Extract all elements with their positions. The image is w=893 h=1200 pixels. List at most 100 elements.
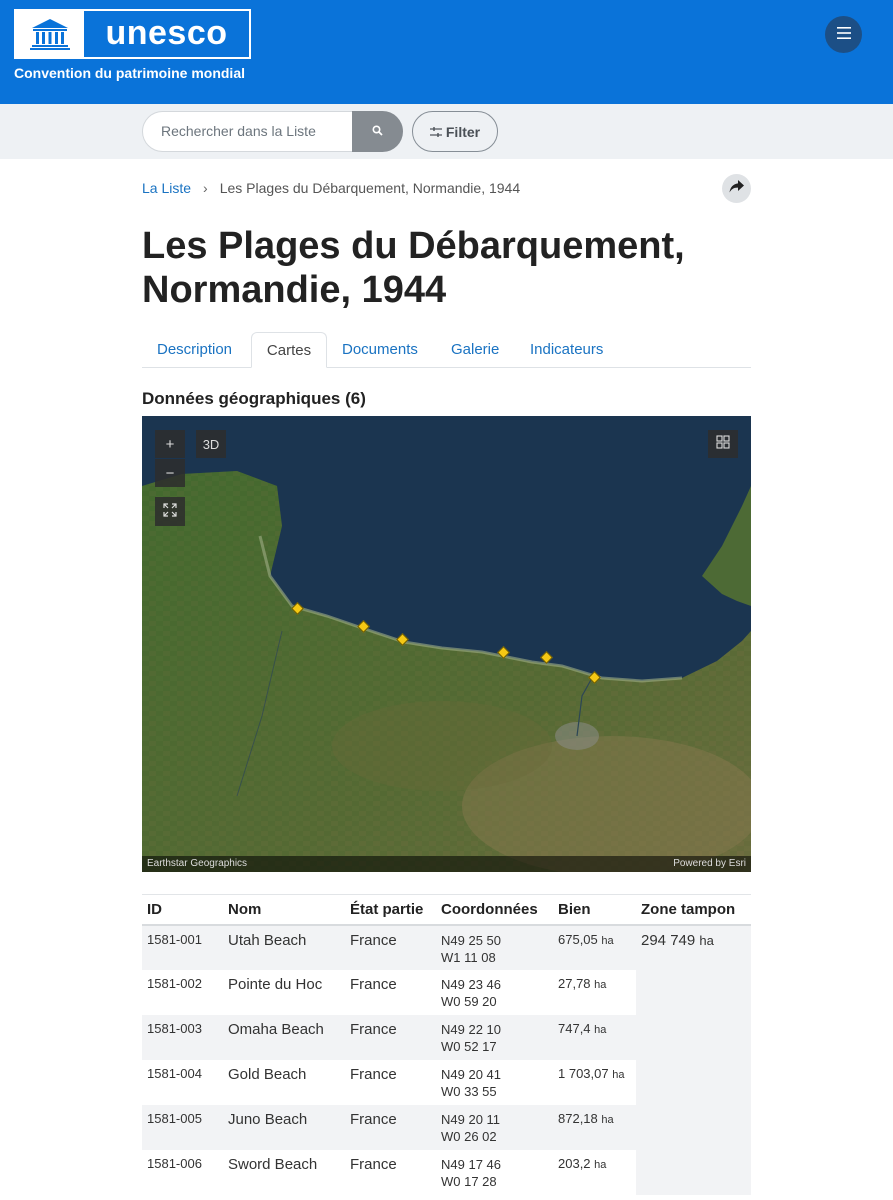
row-name-link[interactable]: Sword Beach	[223, 1150, 345, 1195]
row-name-link[interactable]: Utah Beach	[223, 924, 345, 970]
3d-toggle-button[interactable]: 3D	[196, 430, 226, 458]
expand-icon	[163, 502, 177, 521]
row-coords: N49 22 10 W0 52 17	[436, 1014, 553, 1060]
row-lat: N49 17 46	[441, 1156, 501, 1172]
col-header-coords: Coordonnées	[436, 894, 553, 926]
buffer-zone-cell: 294 749 ha	[636, 924, 751, 1195]
filter-button[interactable]: Filter	[412, 111, 498, 152]
row-area-value: 203,2	[558, 1155, 591, 1171]
components-table: ID Nom État partie Coordonnées Bien Zone…	[142, 894, 751, 1195]
search-icon	[372, 123, 383, 141]
row-name-link[interactable]: Pointe du Hoc	[223, 970, 345, 1015]
tab-cartes[interactable]: Cartes	[251, 332, 327, 368]
row-lon: W0 59 20	[441, 993, 497, 1009]
row-area: 675,05 ha	[553, 924, 636, 970]
geo-data-heading: Données géographiques (6)	[142, 389, 366, 408]
row-id: 1581-002	[147, 975, 202, 991]
map-terrain	[142, 416, 751, 872]
share-arrow-icon	[729, 179, 744, 198]
col-header-property: Bien	[553, 894, 636, 926]
row-lat: N49 22 10	[441, 1021, 501, 1037]
temple-icon	[16, 11, 84, 57]
zoom-in-button[interactable]: +	[155, 430, 185, 458]
search-input[interactable]: Rechercher dans la Liste	[142, 111, 354, 152]
site-header: unesco Convention du patrimoine mondial	[0, 0, 893, 104]
row-state: France	[350, 1065, 397, 1083]
row-name-link[interactable]: Juno Beach	[223, 1104, 345, 1150]
sliders-icon	[429, 124, 442, 140]
row-lat: N49 23 46	[441, 976, 501, 992]
buffer-zone-value: 294 749	[641, 931, 696, 949]
filter-label: Filter	[445, 123, 481, 140]
attribution-esri[interactable]: Powered by Esri	[673, 856, 746, 872]
row-area-value: 675,05	[558, 931, 598, 947]
page-title: Les Plages du Débarquement, Normandie, 1…	[142, 225, 685, 311]
row-state: France	[345, 924, 436, 970]
row-name-link[interactable]: Gold Beach	[223, 1060, 345, 1105]
row-name-link[interactable]: Omaha Beach	[223, 1014, 345, 1060]
col-header-buffer: Zone tampon	[636, 894, 751, 926]
row-lat: N49 25 50	[441, 932, 501, 948]
row-area-unit: ha	[612, 1068, 625, 1081]
row-lon: W1 11 08	[441, 949, 496, 965]
row-area-value: 27,78	[558, 975, 591, 991]
search-bar: Rechercher dans la Liste Filter	[0, 104, 893, 159]
row-id: 1581-001	[142, 924, 223, 970]
site-subtitle: Convention du patrimoine mondial	[14, 65, 245, 81]
row-state: France	[350, 1155, 397, 1173]
menu-button[interactable]	[825, 16, 862, 53]
col-header-name: Nom	[223, 894, 345, 926]
hamburger-icon	[836, 26, 851, 44]
tab-description[interactable]: Description	[157, 332, 232, 368]
basemap-gallery-button[interactable]	[708, 430, 738, 458]
chevron-right-icon: ›	[203, 180, 208, 196]
unesco-logo[interactable]: unesco	[14, 9, 251, 59]
satellite-map[interactable]: + − 3D Earthstar Geographics Powered by …	[142, 416, 751, 872]
row-area-value: 747,4	[558, 1020, 591, 1036]
row-lat: N49 20 11	[441, 1111, 501, 1127]
row-coords: N49 20 11 W0 26 02	[436, 1104, 553, 1150]
table-header-row: ID Nom État partie Coordonnées Bien Zone…	[142, 894, 751, 926]
row-area: 1 703,07 ha	[553, 1060, 636, 1105]
tab-documents[interactable]: Documents	[342, 332, 418, 368]
row-area-unit: ha	[601, 934, 614, 947]
row-coords: N49 20 41 W0 33 55	[436, 1060, 553, 1105]
row-area: 27,78 ha	[553, 970, 636, 1015]
breadcrumb: La Liste › Les Plages du Débarquement, N…	[142, 180, 520, 196]
row-area-value: 872,18	[558, 1110, 598, 1126]
row-area: 203,2 ha	[553, 1150, 636, 1195]
col-header-id: ID	[142, 894, 223, 926]
row-area: 747,4 ha	[553, 1014, 636, 1060]
row-coords: N49 25 50 W1 11 08	[436, 924, 553, 970]
row-coords: N49 17 46 W0 17 28	[436, 1150, 553, 1195]
row-coords: N49 23 46 W0 59 20	[436, 970, 553, 1015]
attribution-source: Earthstar Geographics	[147, 858, 248, 869]
row-id: 1581-005	[142, 1104, 223, 1150]
search-button[interactable]	[352, 111, 403, 152]
buffer-zone-unit: ha	[699, 932, 714, 948]
row-lat: N49 20 41	[441, 1066, 501, 1082]
share-button[interactable]	[722, 174, 751, 203]
row-state: France	[345, 1104, 436, 1150]
row-lon: W0 33 55	[441, 1083, 497, 1099]
table-row: 1581-001 Utah Beach France N49 25 50 W1 1…	[142, 924, 751, 1195]
row-area-unit: ha	[594, 978, 607, 991]
row-id: 1581-004	[147, 1065, 202, 1081]
map-attribution: Earthstar Geographics Powered by Esri	[142, 856, 751, 872]
row-lon: W0 52 17	[441, 1038, 497, 1054]
row-lon: W0 26 02	[441, 1128, 497, 1144]
logo-wordmark: unesco	[105, 13, 228, 52]
breadcrumb-current: Les Plages du Débarquement, Normandie, 1…	[219, 180, 521, 196]
row-state: France	[350, 975, 397, 993]
grid-icon	[716, 435, 730, 453]
tab-galerie[interactable]: Galerie	[451, 332, 499, 368]
breadcrumb-root-link[interactable]: La Liste	[142, 180, 191, 196]
row-area-unit: ha	[594, 1023, 607, 1036]
tab-indicateurs[interactable]: Indicateurs	[530, 332, 603, 368]
row-area-unit: ha	[601, 1113, 614, 1126]
zoom-out-button[interactable]: −	[155, 459, 185, 487]
col-header-state: État partie	[345, 894, 436, 926]
row-area-value: 1 703,07	[558, 1065, 609, 1081]
fullscreen-button[interactable]	[155, 497, 185, 526]
row-id: 1581-006	[147, 1155, 202, 1171]
